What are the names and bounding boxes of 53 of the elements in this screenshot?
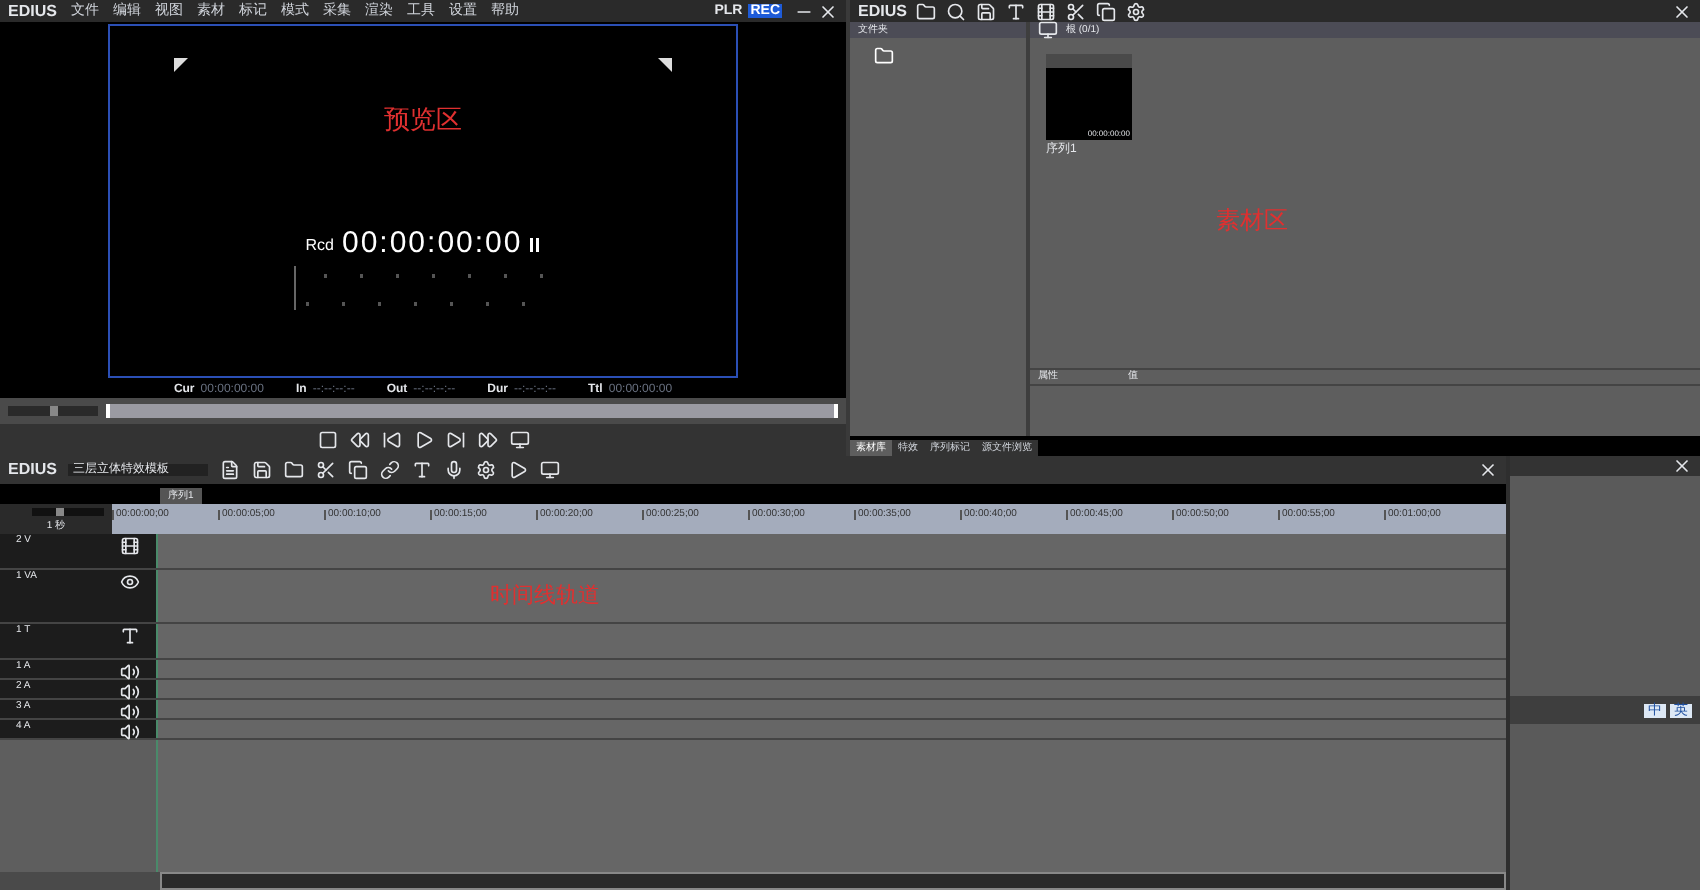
monitor-icon[interactable] [509,430,529,450]
search-icon[interactable] [946,1,967,21]
copy-icon[interactable] [1096,1,1117,21]
annotation-label: 预览区 [384,106,462,132]
fast-forward-icon[interactable] [477,430,497,450]
annotation-label: 素材区 [1216,208,1290,232]
app-logo: EDIUS [858,3,907,19]
stop-icon[interactable] [317,430,337,450]
close-icon[interactable] [1672,456,1692,476]
film-icon[interactable] [120,536,140,556]
speaker-icon[interactable] [120,662,140,682]
rewind-icon[interactable] [349,430,369,450]
annotation-label: 时间线轨道 [490,586,600,608]
link-icon[interactable] [380,460,401,480]
timecode-label: Rcd [305,238,334,254]
copy-icon[interactable] [348,460,369,480]
settings-icon[interactable] [1126,1,1147,21]
film-icon[interactable] [1036,1,1057,21]
speaker-icon[interactable] [120,702,140,722]
microphone-icon[interactable] [444,460,465,480]
scissors-icon[interactable] [316,460,337,480]
folder-icon[interactable] [284,460,305,480]
settings-icon[interactable] [476,460,497,480]
step-back-icon[interactable] [381,430,401,450]
step-forward-icon[interactable] [445,430,465,450]
zoom-slider-thumb[interactable] [56,507,65,515]
app-logo: EDIUS [8,3,57,19]
save-icon[interactable] [976,1,997,21]
play-icon[interactable] [413,430,433,450]
speaker-icon[interactable] [120,682,140,702]
play-icon[interactable] [508,460,529,480]
close-icon[interactable] [818,1,838,21]
zoom-slider-track[interactable] [32,507,104,515]
save-icon[interactable] [252,460,273,480]
zoom-slider-thumb[interactable] [49,406,57,416]
app-logo: EDIUS [8,462,57,478]
safe-corner-icon [174,58,188,72]
folder-icon[interactable] [916,1,937,21]
timecode-display: 00:00:00:00 [341,228,523,258]
close-icon[interactable] [1478,460,1498,480]
horizontal-scrollbar[interactable] [160,872,1506,890]
speaker-icon[interactable] [120,722,140,742]
text-icon[interactable] [1006,1,1027,21]
zoom-slider-track[interactable] [8,406,98,416]
safe-corner-icon [658,58,672,72]
text-icon[interactable] [120,626,140,646]
text-icon[interactable] [412,460,433,480]
pause-icon [530,238,541,252]
close-icon[interactable] [1672,1,1692,21]
monitor-icon[interactable] [540,460,561,480]
eye-icon[interactable] [120,572,140,592]
new-file-icon[interactable] [220,460,241,480]
scissors-icon[interactable] [1066,1,1087,21]
